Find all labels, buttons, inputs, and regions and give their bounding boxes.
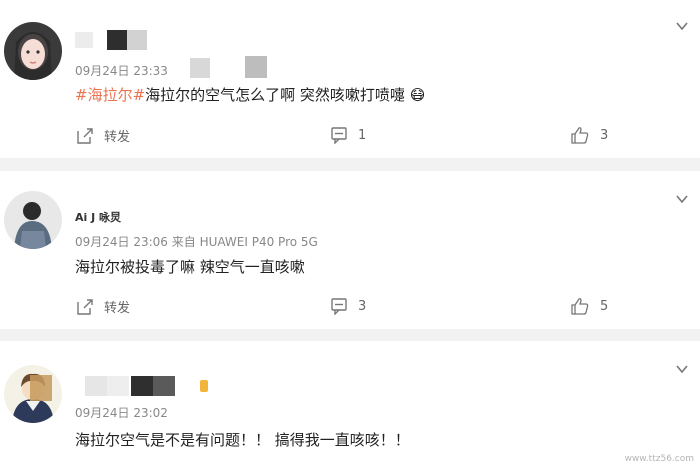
comment-card: 09月24日 23:02 海拉尔空气是不是有问题！！ 搞得我一直咳咳！！ www… [0,341,700,468]
post-time: 09月24日 23:33 [75,64,168,78]
comment-card: 09月24日 23:33 #海拉尔#海拉尔的空气怎么了啊 突然咳嗽打喷嚏 😷 转… [0,0,700,158]
like-count: 3 [600,127,609,143]
comment-text: 海拉尔被投毒了嘛 辣空气一直咳嗽 [75,258,305,276]
chevron-down-icon[interactable] [674,361,690,377]
like-button[interactable]: 5 [570,297,608,315]
share-button[interactable]: 转发 [76,126,130,145]
hashtag-link[interactable]: #海拉尔# [75,86,145,104]
share-button[interactable]: 转发 [76,297,130,316]
comment-count: 3 [358,298,367,314]
comment-button[interactable]: 3 [330,297,366,315]
like-button[interactable]: 3 [570,126,608,144]
like-icon [571,298,589,315]
username-redacted [75,30,155,50]
avatar[interactable] [4,191,62,249]
share-icon [77,298,93,315]
like-icon [571,127,589,144]
username[interactable]: Ai J 咏炅 [75,209,121,225]
username-redacted [75,376,215,396]
comment-text: 海拉尔空气是不是有问题！！ 搞得我一直咳咳！！ [75,431,410,449]
chevron-down-icon[interactable] [674,18,690,34]
comment-icon [331,298,347,315]
avatar[interactable] [4,22,62,80]
chevron-down-icon[interactable] [674,191,690,207]
comment-card: Ai J 咏炅 09月24日 23:06 来自 HUAWEI P40 Pro 5… [0,171,700,329]
like-count: 5 [600,298,609,314]
comment-count: 1 [358,127,367,143]
post-time: 09月24日 23:02 [75,406,168,420]
redacted-block [245,56,267,78]
mask-face-emoji: 😷 [409,86,426,104]
comment-icon [331,127,347,144]
comment-text: #海拉尔#海拉尔的空气怎么了啊 突然咳嗽打喷嚏 😷 [75,86,426,104]
post-time: 09月24日 23:06 来自 HUAWEI P40 Pro 5G [75,235,318,249]
share-icon [77,127,93,144]
redacted-block [190,58,210,78]
comment-button[interactable]: 1 [330,126,366,144]
avatar[interactable] [4,365,62,423]
watermark: www.ttz56.com [624,454,694,464]
